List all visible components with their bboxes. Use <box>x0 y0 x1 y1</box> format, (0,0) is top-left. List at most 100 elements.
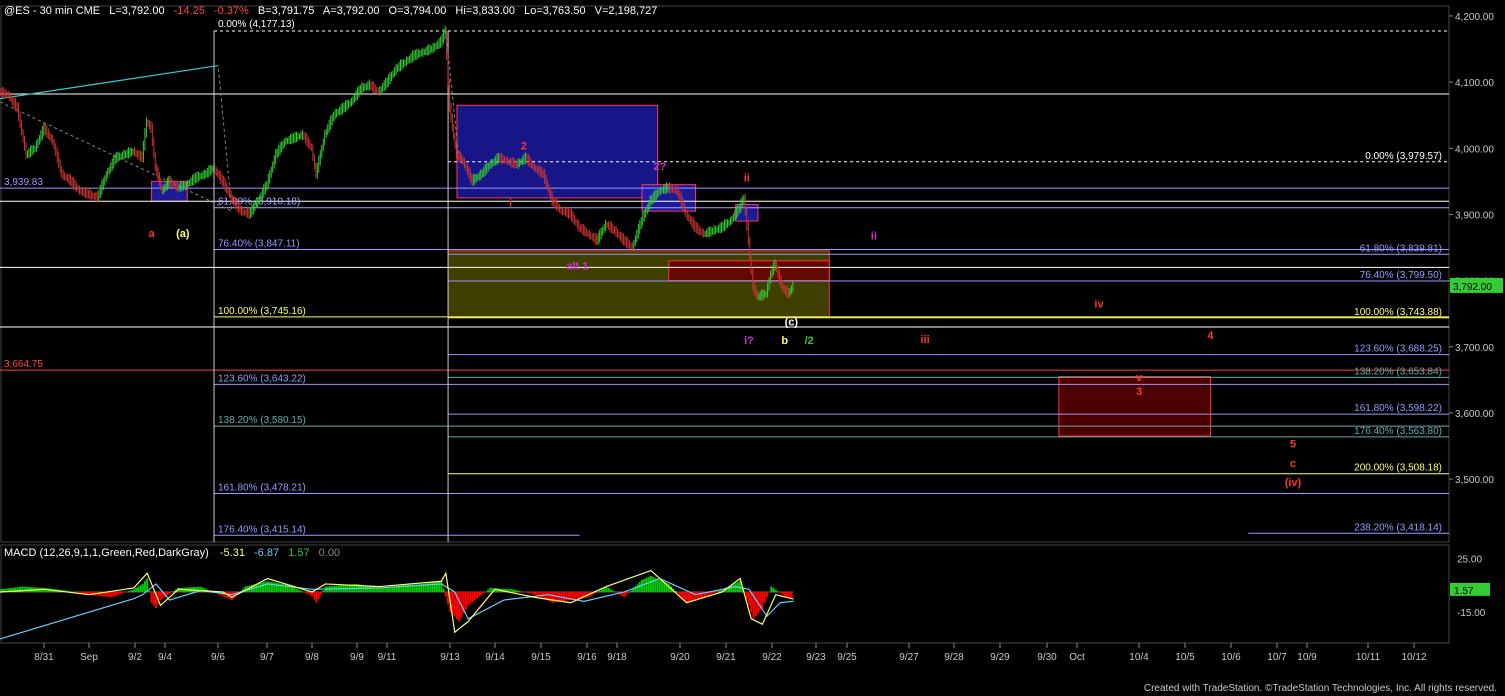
date-label: 9/14 <box>485 652 505 663</box>
wave-label: (a) <box>176 228 190 240</box>
fib-label: 123.60% (3,643.22) <box>218 373 306 384</box>
fib-label: 176.40% (3,563.80) <box>1354 426 1442 437</box>
date-label: 9/6 <box>211 652 225 663</box>
macd-tick-label: -15.00 <box>1457 608 1486 619</box>
wave-label: i? <box>744 335 754 347</box>
date-label: 9/20 <box>670 652 690 663</box>
wave-label: b <box>781 335 788 347</box>
wave-label: alt 1 <box>566 260 588 272</box>
date-label: 10/4 <box>1129 652 1149 663</box>
header-vol: V=2,198,727 <box>595 5 658 17</box>
date-label: Oct <box>1069 652 1085 663</box>
date-label: 10/7 <box>1267 652 1287 663</box>
header-lo: Lo=3,763.50 <box>524 5 585 17</box>
fib-label: 200.00% (3,508.18) <box>1354 463 1442 474</box>
header-pct: -0.37% <box>214 5 249 17</box>
date-label: 10/5 <box>1175 652 1195 663</box>
header-bid: B=3,791.75 <box>258 5 315 17</box>
price-tick-label: 3,900.00 <box>1455 210 1494 221</box>
macd-tick-label: 1.57 <box>1454 586 1474 597</box>
price-tick-label: 4,200.00 <box>1455 12 1494 23</box>
wave-label: 5 <box>1290 438 1296 450</box>
header-last: L=3,792.00 <box>109 5 164 17</box>
date-label: 9/23 <box>806 652 826 663</box>
price-tick-label: 3,700.00 <box>1455 343 1494 354</box>
wave-label: ii <box>744 172 750 184</box>
wave-label: 3 <box>1136 386 1142 398</box>
wave-label: 4 <box>1207 330 1214 342</box>
date-label: 9/8 <box>305 652 319 663</box>
date-label: 9/29 <box>990 652 1010 663</box>
price-tick-label: 3,500.00 <box>1455 475 1494 486</box>
last-price-label: 3,792.00 <box>1453 282 1492 293</box>
wave-label: 2 <box>521 141 527 153</box>
wave-label: iii <box>921 334 930 346</box>
date-label: 10/6 <box>1221 652 1241 663</box>
date-label: 9/18 <box>607 652 627 663</box>
fib-label: 61.80% (3,839.81) <box>1360 243 1442 254</box>
header-open: O=3,794.00 <box>389 5 447 17</box>
macd-value-4: 0.00 <box>319 547 340 559</box>
fib-label: 176.40% (3,415.14) <box>218 524 306 535</box>
zone-rect <box>1058 376 1211 437</box>
price-tick-label: 3,600.00 <box>1455 409 1494 420</box>
wave-label: (iv) <box>1285 477 1302 489</box>
fib-label: 123.60% (3,688.25) <box>1354 344 1442 355</box>
wave-label: a <box>149 228 156 240</box>
macd-value-2: -6.87 <box>254 547 279 559</box>
fib-label: 138.20% (3,653.84) <box>1354 366 1442 377</box>
fib-label: 0.00% (3,979.57) <box>1365 151 1442 162</box>
header-symbol: @ES - 30 min CME <box>4 5 100 17</box>
wave-label: 2? <box>653 161 666 173</box>
price-tick-label: 4,000.00 <box>1455 144 1494 155</box>
date-label: 9/15 <box>531 652 551 663</box>
date-label: 9/28 <box>944 652 964 663</box>
date-label: 10/12 <box>1401 652 1426 663</box>
fib-label: 0.00% (4,177.13) <box>218 19 295 30</box>
header-hi: Hi=3,833.00 <box>455 5 515 17</box>
date-label: 9/16 <box>577 652 597 663</box>
date-label: 9/21 <box>716 652 736 663</box>
wave-label: /2 <box>805 335 814 347</box>
wave-label: v <box>1136 372 1143 384</box>
header-change: -14.25 <box>174 5 205 17</box>
date-label: 9/22 <box>762 652 782 663</box>
macd-value-3: 1.57 <box>288 547 309 559</box>
wave-label: iv <box>1094 299 1104 311</box>
date-label: 9/27 <box>899 652 919 663</box>
price-tick-label: 4,100.00 <box>1455 78 1494 89</box>
macd-name: MACD (12,26,9,1,1,Green,Red,DarkGray) <box>4 547 209 559</box>
macd-header: MACD (12,26,9,1,1,Green,Red,DarkGray) -5… <box>4 547 340 559</box>
zone-rect <box>668 260 830 282</box>
fib-label: 161.80% (3,598.22) <box>1354 403 1442 414</box>
zone-rect <box>456 104 659 199</box>
fib-label: 138.20% (3,580.15) <box>218 415 306 426</box>
fib-label: 100.00% (3,743.88) <box>1354 307 1442 318</box>
date-label: 9/7 <box>260 652 274 663</box>
date-label: 9/11 <box>378 652 397 663</box>
fib-label: 76.40% (3,799.50) <box>1360 270 1442 281</box>
macd-tick-label: 25.00 <box>1457 554 1482 565</box>
footer-credit: Created with TradeStation. ©TradeStation… <box>1143 683 1497 694</box>
fib-label: 3,664.75 <box>4 359 43 370</box>
wave-label: ii <box>871 231 877 243</box>
date-label: 9/2 <box>128 652 142 663</box>
date-label: 8/31 <box>34 652 54 663</box>
date-label: 9/9 <box>350 652 364 663</box>
fib-label: 161.80% (3,478.21) <box>218 483 306 494</box>
date-label: 9/30 <box>1037 652 1057 663</box>
header-bar: @ES - 30 min CME L=3,792.00 -14.25 -0.37… <box>4 5 657 17</box>
macd-value-1: -5.31 <box>220 547 245 559</box>
fib-label: 3,939.83 <box>4 177 43 188</box>
date-label: 9/4 <box>158 652 172 663</box>
date-label: 9/25 <box>837 652 857 663</box>
date-label: 10/9 <box>1297 652 1317 663</box>
chart-area: 0.00% (4,177.13) 0.00% (3,979.57) 3,939.83… <box>0 0 1505 696</box>
date-label: Sep <box>80 652 98 663</box>
wave-label: (c) <box>785 317 799 329</box>
header-ask: A=3,792.00 <box>323 5 380 17</box>
fib-label: 100.00% (3,745.16) <box>218 306 306 317</box>
date-label: 10/11 <box>1356 652 1381 663</box>
wave-label: i <box>509 198 512 210</box>
fib-label: 238.20% (3,418.14) <box>1354 522 1442 533</box>
